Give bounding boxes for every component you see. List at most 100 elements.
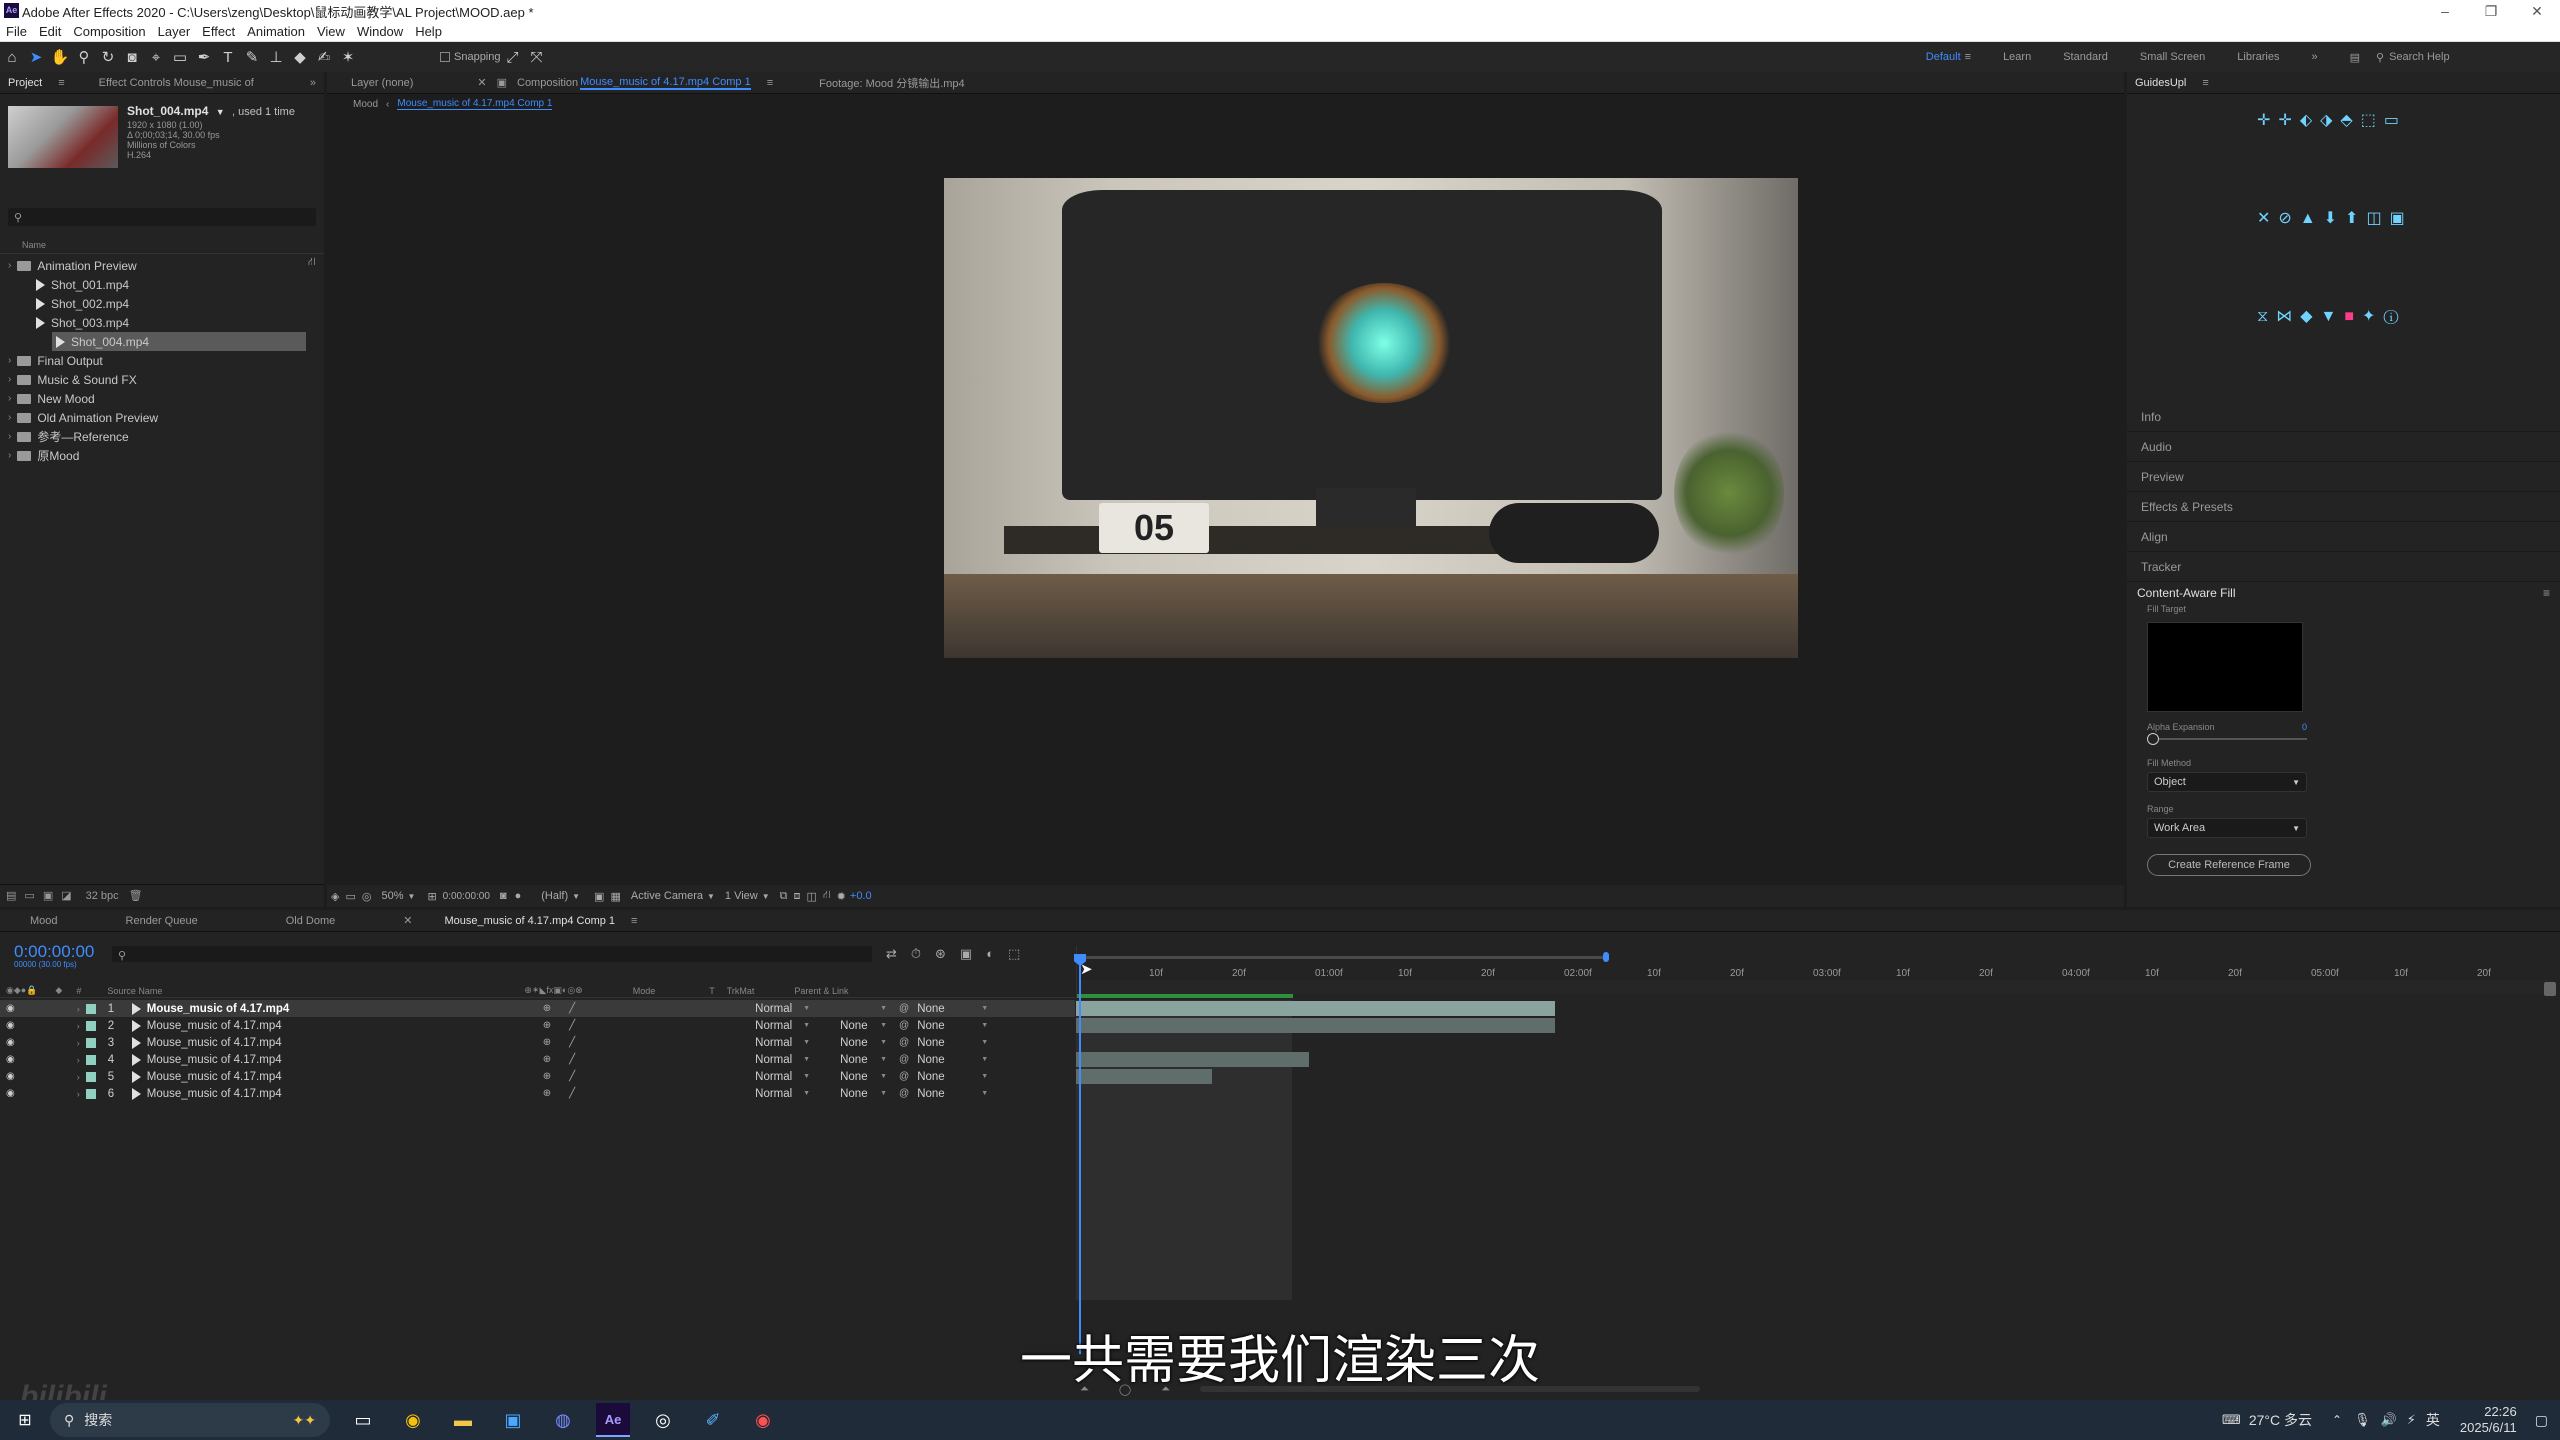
project-item[interactable]: Shot_002.mp4 — [0, 294, 310, 313]
adjust-icon[interactable]: ◪ — [61, 889, 71, 902]
layer-duration-bar[interactable] — [1076, 1001, 1555, 1016]
dropdown-icon[interactable]: ▼ — [216, 107, 225, 117]
expand-arrow-icon[interactable]: › — [77, 1072, 80, 1082]
new-comp-icon[interactable]: ▣ — [43, 889, 53, 902]
chevron-down-icon[interactable]: ▼ — [803, 1056, 810, 1063]
pick-whip-icon[interactable]: @ — [899, 1003, 909, 1014]
layer-mode-select[interactable]: Normal — [755, 1020, 803, 1032]
always-preview-icon[interactable]: ◈ — [331, 890, 339, 903]
menu-effect[interactable]: Effect — [202, 24, 235, 39]
zoom-tool-icon[interactable]: ⚲ — [72, 46, 96, 68]
chevron-down-icon[interactable]: ▼ — [803, 1039, 810, 1046]
project-search-input[interactable]: ⚲ — [8, 208, 316, 226]
chevron-down-icon[interactable]: ▼ — [707, 892, 715, 901]
quality-switch-icon[interactable]: ╱ — [569, 1020, 575, 1031]
panel-preview[interactable]: Preview — [2127, 462, 2560, 492]
label-color-icon[interactable] — [85, 1054, 96, 1065]
workspace-libraries[interactable]: Libraries — [2237, 51, 2279, 63]
pick-whip-icon[interactable]: @ — [899, 1054, 909, 1065]
clone-stamp-tool-icon[interactable]: ⊥ — [264, 46, 288, 68]
weather-label[interactable]: 27°C 多云 — [2249, 1410, 2312, 1430]
chevron-down-icon[interactable]: ▼ — [803, 1022, 810, 1029]
timeline-menu-icon[interactable]: ≡ — [631, 915, 637, 927]
ime-indicator[interactable]: 英 — [2426, 1410, 2440, 1430]
layer-parent-select[interactable]: None — [917, 1088, 981, 1100]
transparency-grid-icon[interactable]: ▦ — [610, 890, 620, 903]
quality-switch-icon[interactable]: ╱ — [569, 1003, 575, 1014]
breadcrumb-comp[interactable]: Mouse_music of 4.17.mp4 Comp 1 — [397, 98, 553, 110]
menu-view[interactable]: View — [317, 24, 345, 39]
brush-tool-icon[interactable]: ✎ — [240, 46, 264, 68]
panel-overflow-icon[interactable]: » — [310, 77, 316, 89]
chevron-down-icon[interactable]: ▼ — [572, 892, 580, 901]
chevron-down-icon[interactable]: ▼ — [880, 1090, 887, 1097]
project-item[interactable]: › 原Mood — [0, 446, 310, 465]
snap-features-icon[interactable]: ⤧ — [525, 46, 549, 68]
panel-info[interactable]: Info — [2127, 402, 2560, 432]
network-icon[interactable]: ⚡ — [2407, 1412, 2416, 1428]
playhead[interactable] — [1074, 954, 1086, 1354]
pick-whip-icon[interactable]: @ — [899, 1020, 909, 1031]
panel-effects-presets[interactable]: Effects & Presets — [2127, 492, 2560, 522]
breadcrumb-root[interactable]: Mood — [353, 99, 378, 110]
panel-audio[interactable]: Audio — [2127, 432, 2560, 462]
search-help[interactable]: ⚲ Search Help — [2376, 47, 2556, 67]
puppet-tool-icon[interactable]: ✶ — [336, 46, 360, 68]
layer-duration-bar[interactable] — [1076, 1052, 1309, 1067]
pick-whip-icon[interactable]: @ — [899, 1088, 909, 1099]
label-color-icon[interactable] — [85, 1037, 96, 1048]
layer-trkmat-select[interactable]: None — [840, 1037, 880, 1049]
chevron-down-icon[interactable]: ▼ — [803, 1073, 810, 1080]
menu-layer[interactable]: Layer — [158, 24, 191, 39]
close-tab-icon[interactable]: ✕ — [477, 76, 486, 89]
chevron-down-icon[interactable]: ▼ — [803, 1005, 810, 1012]
expand-arrow-icon[interactable]: › — [77, 1021, 80, 1031]
tab-footage[interactable]: Footage: Mood 分镜输出.mp4 — [819, 75, 965, 91]
shy-switch-icon[interactable]: ⊕ — [543, 1054, 551, 1065]
layer-row[interactable]: ◉ › 6 Mouse_music of 4.17.mp4 ⊕ ╱ Normal ▼ None ▼… — [0, 1085, 1075, 1102]
layer-parent-select[interactable]: None — [917, 1054, 981, 1066]
taskbar-search[interactable]: ⚲ 搜索 ✦✦ — [50, 1403, 330, 1437]
label-color-icon[interactable] — [85, 1088, 96, 1099]
camera-snapshot-icon[interactable]: ◙ — [500, 890, 507, 902]
workspace-learn[interactable]: Learn — [2003, 51, 2031, 63]
menu-file[interactable]: File — [6, 24, 27, 39]
chevron-down-icon[interactable]: ▼ — [880, 1056, 887, 1063]
chevron-down-icon[interactable]: ▼ — [981, 1090, 988, 1097]
eye-icon[interactable]: ◉ — [6, 1003, 15, 1014]
label-color-icon[interactable] — [85, 1003, 96, 1014]
type-tool-icon[interactable]: T — [216, 46, 240, 68]
interpret-footage-icon[interactable]: ▤ — [6, 889, 16, 902]
snap-edges-icon[interactable]: ⤢ — [501, 46, 525, 68]
chevron-down-icon[interactable]: ▼ — [762, 892, 770, 901]
chevron-down-icon[interactable]: ▼ — [981, 1022, 988, 1029]
rectangle-tool-icon[interactable]: ▭ — [168, 46, 192, 68]
chevron-down-icon[interactable]: ▼ — [981, 1056, 988, 1063]
roi-icon[interactable]: ▣ — [594, 890, 604, 903]
workspace-default[interactable]: Default — [1926, 51, 1961, 63]
snapping-checkbox[interactable] — [440, 52, 450, 62]
layer-duration-bar[interactable] — [1076, 1069, 1212, 1084]
create-reference-frame-button[interactable]: Create Reference Frame — [2147, 854, 2311, 876]
layer-name[interactable]: Mouse_music of 4.17.mp4 — [147, 1003, 543, 1015]
menu-help[interactable]: Help — [415, 24, 442, 39]
home-icon[interactable]: ⌂ — [0, 46, 24, 68]
close-icon[interactable]: ✕ — [2514, 0, 2560, 22]
close-tab-icon[interactable]: ✕ — [403, 914, 412, 927]
camera-view-select[interactable]: Active Camera — [631, 890, 703, 902]
tab-mood[interactable]: Mood — [30, 915, 58, 927]
eye-icon[interactable]: ◉ — [6, 1037, 15, 1048]
layer-parent-select[interactable]: None — [917, 1037, 981, 1049]
expand-arrow-icon[interactable]: › — [77, 1055, 80, 1065]
browser-icon[interactable]: ◍ — [546, 1403, 580, 1437]
mic-icon[interactable]: 🎙 — [2354, 1412, 2371, 1428]
layer-mode-select[interactable]: Normal — [755, 1071, 803, 1083]
layer-name[interactable]: Mouse_music of 4.17.mp4 — [147, 1054, 543, 1066]
project-item[interactable]: › Music & Sound FX — [0, 370, 310, 389]
layer-parent-select[interactable]: None — [917, 1003, 981, 1015]
chevron-down-icon[interactable]: ▼ — [408, 892, 416, 901]
layer-row[interactable]: ◉ › 3 Mouse_music of 4.17.mp4 ⊕ ╱ Normal ▼ None ▼… — [0, 1034, 1075, 1051]
alpha-expansion-value[interactable]: 0 — [2302, 722, 2307, 732]
guides-icons-row2[interactable]: ✕⊘▲⬇⬆◫▣ — [2257, 208, 2413, 228]
layer-duration-bar[interactable] — [1076, 1018, 1555, 1033]
